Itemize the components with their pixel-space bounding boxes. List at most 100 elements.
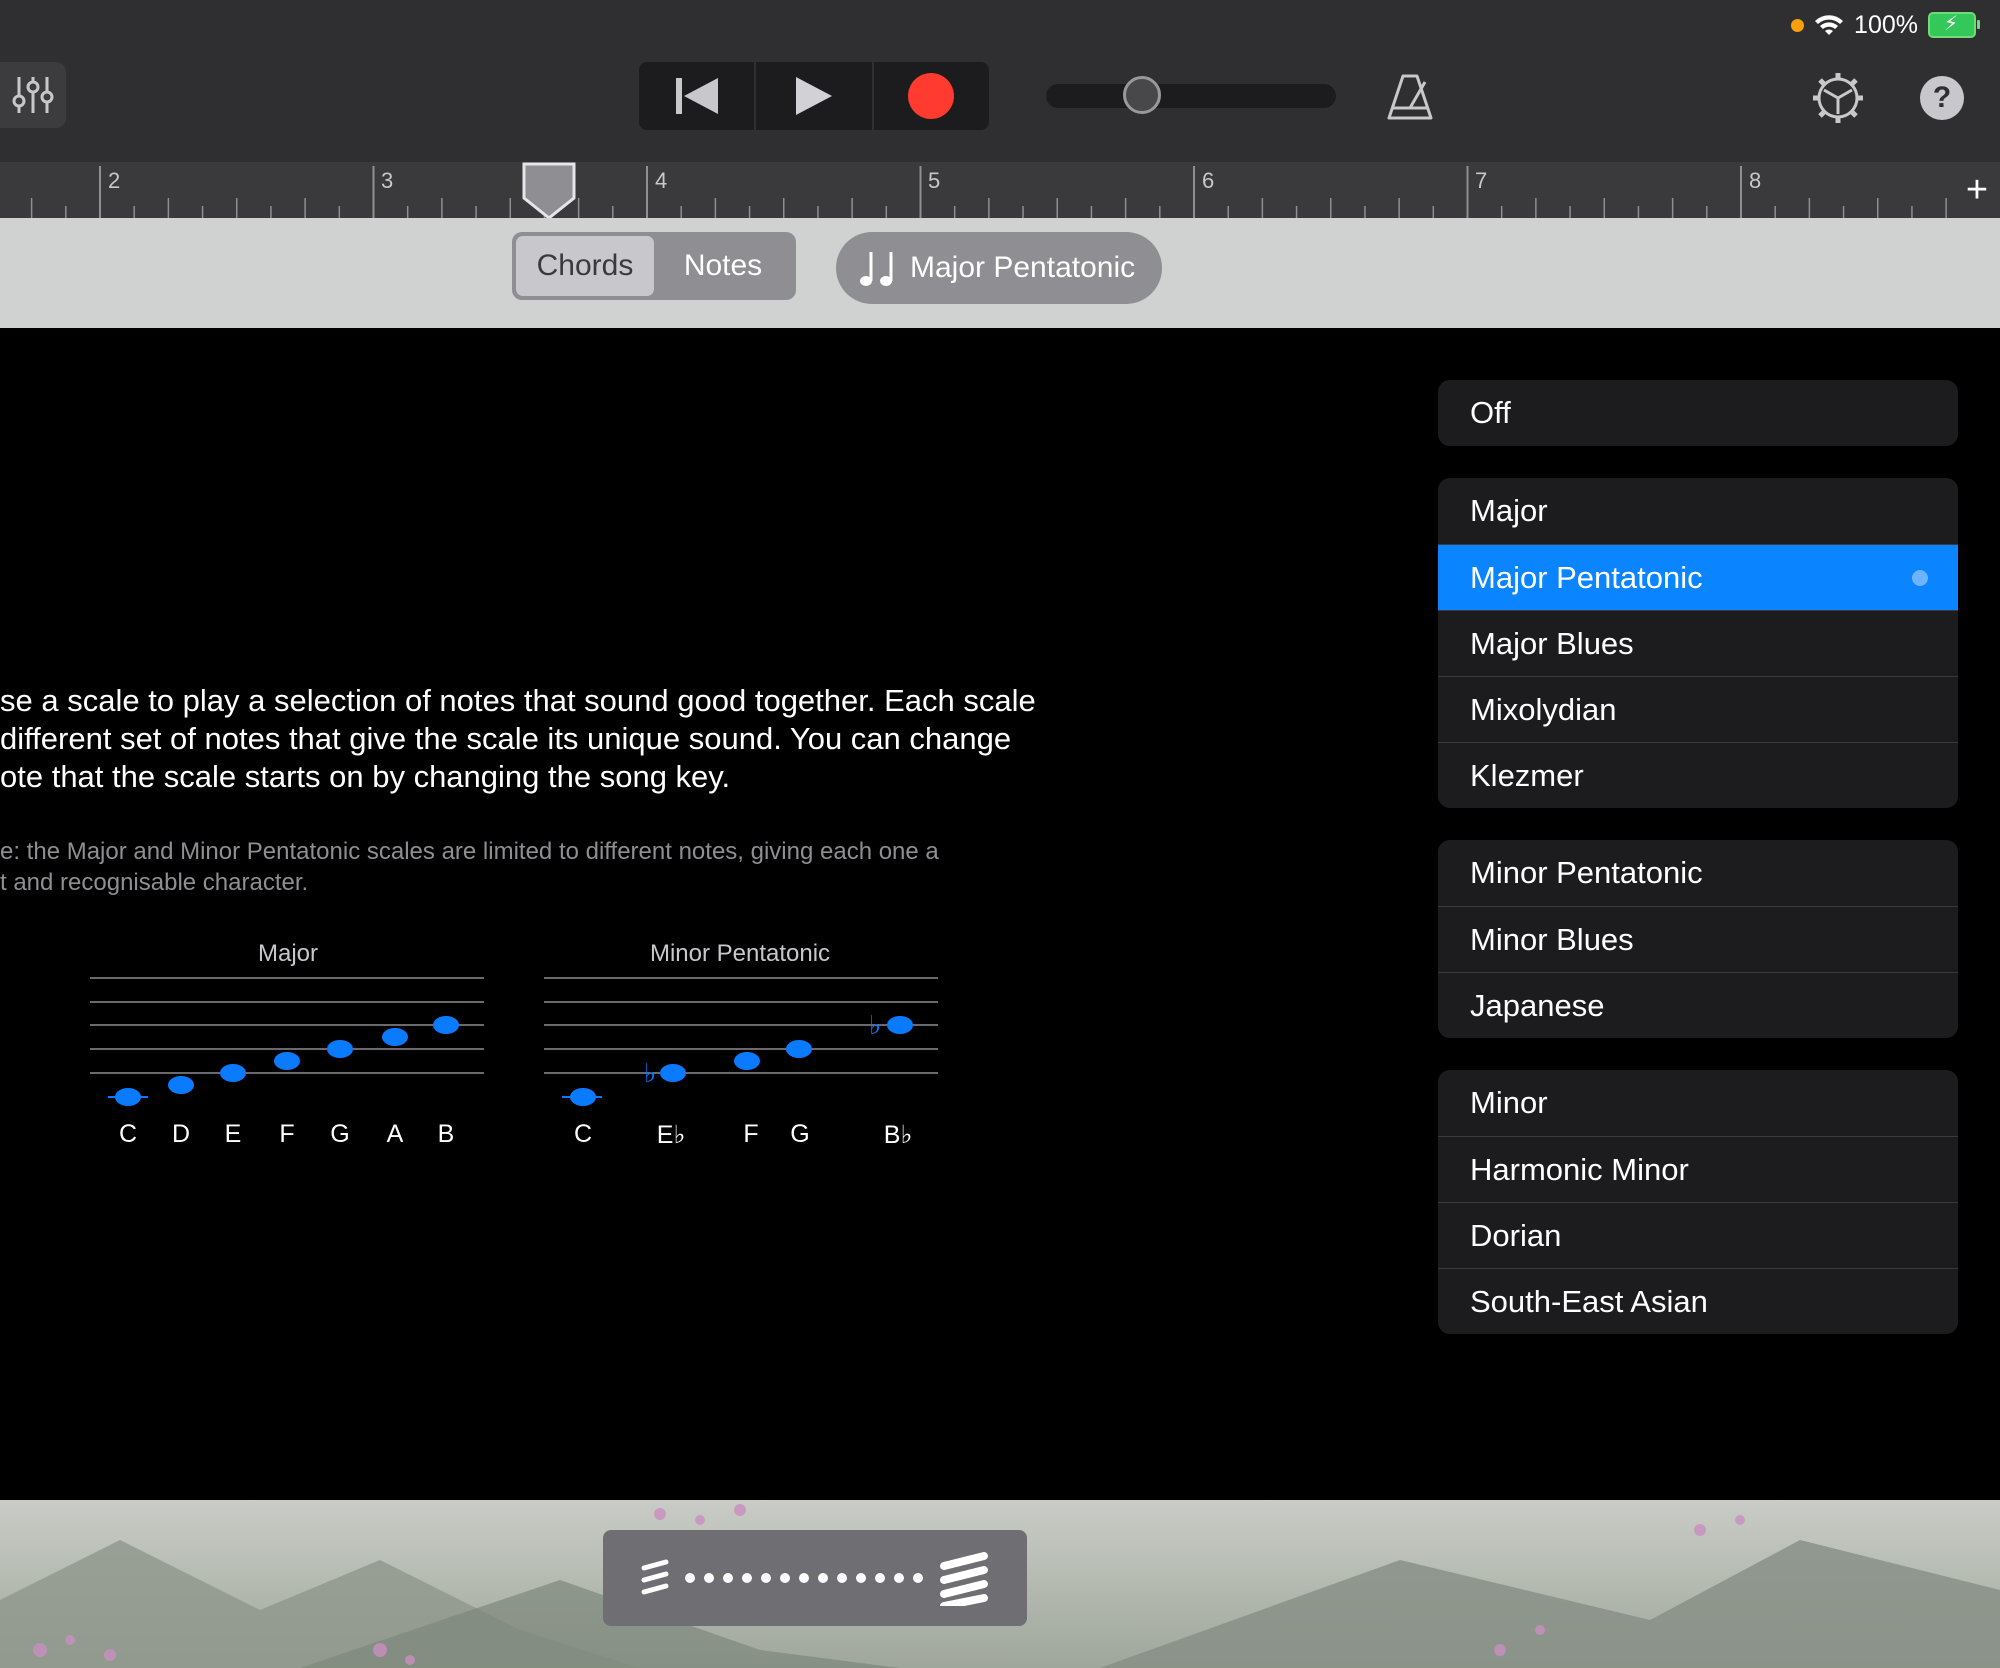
note-label: C [573, 1120, 593, 1148]
description-line: se a scale to play a selection of notes … [0, 683, 1036, 718]
bar-number: 7 [1475, 168, 1488, 193]
scale-item-japanese[interactable]: Japanese [1438, 972, 1958, 1038]
note-head [382, 1028, 408, 1046]
scale-item-label: Klezmer [1470, 757, 1584, 793]
bar-number: 4 [655, 168, 668, 193]
scale-item-minor-blues[interactable]: Minor Blues [1438, 906, 1958, 972]
scale-footnote: e: the Major and Minor Pentatonic scales… [0, 836, 1100, 898]
play-button[interactable] [756, 62, 874, 130]
note-head [115, 1088, 141, 1106]
bar-number: 5 [928, 168, 941, 193]
scale-item-label: Minor [1470, 1085, 1548, 1120]
scale-item-minor-pentatonic[interactable]: Minor Pentatonic [1438, 840, 1958, 906]
metronome-icon[interactable] [1385, 72, 1435, 122]
note-head [887, 1016, 913, 1034]
play-icon [795, 77, 832, 115]
note-label: E [224, 1120, 242, 1148]
scale-item-mixolydian[interactable]: Mixolydian [1438, 676, 1958, 742]
note-label: B [437, 1120, 455, 1148]
scale-item-off[interactable]: Off [1438, 380, 1958, 446]
bar-number: 6 [1202, 168, 1215, 193]
selected-indicator [1912, 569, 1928, 586]
wifi-icon [1815, 15, 1844, 35]
chords-notes-toggle: Chords Notes [512, 232, 796, 300]
scale-group-minor: Minor Harmonic Minor Dorian South-East A… [1438, 1070, 1958, 1334]
footnote-line: e: the Major and Minor Pentatonic scales… [0, 838, 939, 865]
note-label: F [743, 1120, 759, 1148]
flat-sign: ♭ [869, 1011, 881, 1041]
note-head [570, 1088, 596, 1106]
scale-item-label: Japanese [1470, 987, 1605, 1023]
note-label: B♭ [883, 1121, 913, 1149]
note-label: G [330, 1120, 350, 1148]
note-label: E♭ [656, 1121, 686, 1149]
record-icon [908, 73, 955, 119]
scale-item-label: Dorian [1470, 1217, 1562, 1253]
scale-item-label: South-East Asian [1470, 1283, 1708, 1319]
scale-button-label: Major Pentatonic [910, 251, 1136, 284]
scale-item-label: Mixolydian [1470, 691, 1617, 727]
rewind-icon [675, 78, 718, 114]
notation-staffs: ♭♭ [90, 977, 938, 1106]
chords-segment[interactable]: Chords [516, 236, 654, 296]
footnote-line: t and recognisable character. [0, 869, 309, 896]
scale-item-south-east-asian[interactable]: South-East Asian [1438, 1268, 1958, 1334]
scale-item-major[interactable]: Major [1438, 478, 1958, 544]
master-volume-slider[interactable] [1046, 76, 1336, 114]
mixer-icon [12, 77, 54, 113]
note-label: G [790, 1120, 810, 1148]
privacy-indicator [1791, 18, 1805, 32]
scale-group-major: Major Major Pentatonic Major Blues Mixol… [1438, 478, 1958, 808]
scale-item-label: Minor Pentatonic [1470, 855, 1703, 890]
strum-right-icon [940, 1552, 988, 1606]
bar-number: 8 [1749, 168, 1762, 193]
scale-item-major-blues[interactable]: Major Blues [1438, 610, 1958, 676]
scale-group-minor-pentatonic: Minor Pentatonic Minor Blues Japanese [1438, 840, 1958, 1038]
record-button[interactable] [874, 62, 989, 130]
settings-icon[interactable] [1812, 72, 1864, 124]
note-head [786, 1040, 812, 1058]
scale-item-label: Minor Blues [1470, 921, 1634, 957]
note-head [327, 1040, 353, 1058]
help-button[interactable]: ? [1920, 76, 1964, 120]
add-section-button[interactable]: + [1954, 162, 2000, 218]
bar-number: 3 [381, 168, 394, 193]
bar-number: 2 [108, 168, 121, 193]
plus-icon: + [1965, 168, 1989, 211]
scale-item-minor[interactable]: Minor [1438, 1070, 1958, 1136]
note-label: F [279, 1120, 295, 1148]
volume-knob[interactable] [1123, 76, 1161, 114]
top-toolbar: 100% ⚡ ? [0, 0, 2000, 162]
note-label: A [386, 1120, 404, 1148]
scale-item-klezmer[interactable]: Klezmer [1438, 742, 1958, 808]
scale-description: se a scale to play a selection of notes … [0, 682, 1100, 796]
scale-item-label: Major Pentatonic [1470, 559, 1703, 595]
timeline-ruler[interactable]: 2 3 4 5 6 7 8 [0, 162, 2000, 218]
playhead[interactable] [522, 162, 576, 220]
scale-button[interactable]: Major Pentatonic [836, 232, 1162, 304]
strum-left-icon [641, 1559, 669, 1595]
scale-item-label: Off [1470, 395, 1511, 430]
ruler-ticks [30, 166, 1947, 218]
note-label: D [171, 1120, 191, 1148]
note-head [660, 1064, 686, 1082]
description-line: ote that the scale starts on by changing… [0, 759, 731, 794]
flat-sign: ♭ [644, 1059, 656, 1089]
note-head [433, 1016, 459, 1034]
strum-dots [685, 1573, 923, 1583]
strum-strip-control[interactable] [603, 1530, 1027, 1626]
scale-item-major-pentatonic[interactable]: Major Pentatonic [1438, 544, 1958, 610]
note-head [220, 1064, 246, 1082]
note-label: C [118, 1120, 138, 1148]
mixer-button[interactable] [0, 62, 66, 128]
rewind-button[interactable] [639, 62, 757, 130]
status-bar: 100% ⚡ [1791, 8, 1980, 42]
transport-controls [639, 62, 989, 130]
scale-item-dorian[interactable]: Dorian [1438, 1202, 1958, 1268]
scale-item-label: Major [1470, 493, 1548, 528]
scale-item-harmonic-minor[interactable]: Harmonic Minor [1438, 1136, 1958, 1202]
note-head [168, 1076, 194, 1094]
battery-percent: 100% [1854, 10, 1918, 39]
note-head [274, 1052, 300, 1070]
notes-segment[interactable]: Notes [654, 236, 792, 296]
